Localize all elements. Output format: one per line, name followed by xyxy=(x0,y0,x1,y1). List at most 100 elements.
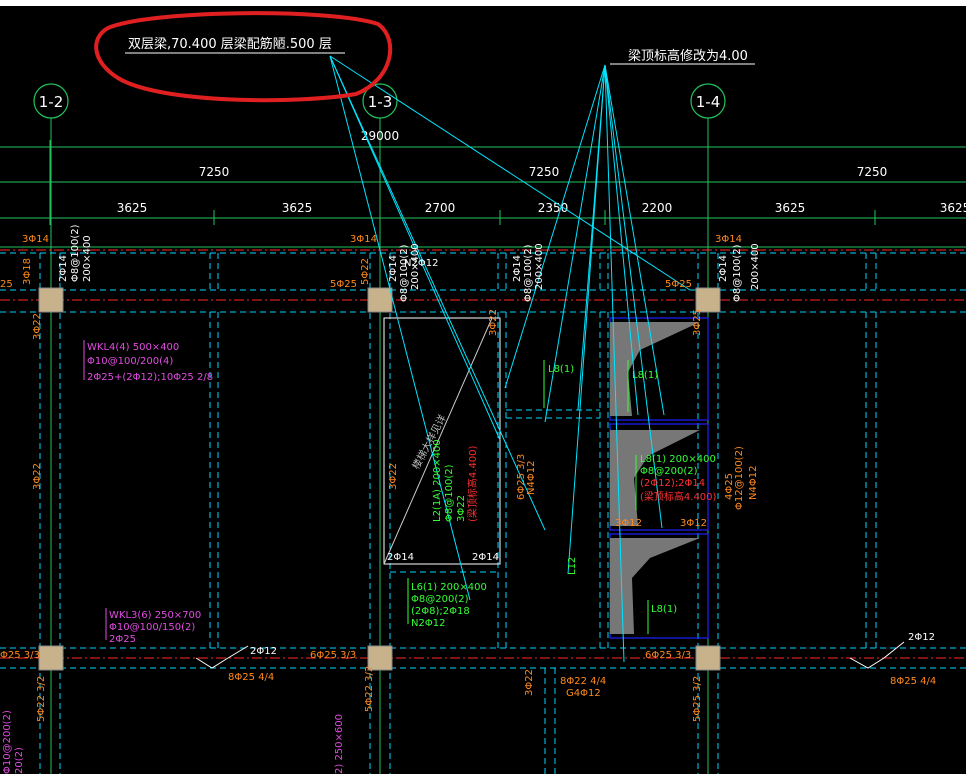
dim-sub: 3625 xyxy=(775,201,806,215)
rebar-label: Φ25 3/3 xyxy=(0,650,40,661)
beam-label: L8(1) xyxy=(632,370,658,381)
beam-label-vertical: 20(2) xyxy=(14,747,25,774)
rebar-label: 3Φ12 xyxy=(680,518,707,529)
beam-label: L8(1) xyxy=(548,364,574,375)
beam-label: L6(1) 200×400 xyxy=(411,582,487,593)
red-markup-ellipse xyxy=(94,11,393,103)
beam-label-vertical: 2) 250×600 xyxy=(334,714,345,774)
rebar-label-vertical: 5Φ22 3/2 xyxy=(36,676,47,722)
axis-bubble-1-2[interactable]: 1-2 xyxy=(33,83,69,119)
rebar-label: 2Φ12 xyxy=(250,646,277,657)
rebar-label: 8Φ22 4/4 xyxy=(560,676,606,687)
beam-label-vertical: Φ8@100(2) xyxy=(444,464,455,522)
rebar-label-vertical: 200×400 xyxy=(410,243,421,290)
rebar-label-vertical: 2Φ14 xyxy=(718,255,729,282)
beam-label: WKL4(4) 500×400 xyxy=(87,342,179,353)
rebar-label-vertical: Φ8@100(2) xyxy=(732,244,743,302)
beam-label-vertical: L2(1A) 200×400 xyxy=(432,439,443,522)
rebar-label: 5Φ25 xyxy=(665,279,692,290)
rebar-label-vertical: 3Φ18 xyxy=(22,258,33,285)
rebar-label: 8Φ25 4/4 xyxy=(890,676,936,687)
rebar-label: 3Φ14 xyxy=(350,234,377,245)
rebar-label-vertical: Φ8@100(2) xyxy=(70,224,81,282)
axis-bubble-1-4[interactable]: 1-4 xyxy=(690,83,726,119)
beam-labels-green: L8(1) L8(1) L8(1) L8(1) 200×400 Φ8@200(2… xyxy=(407,360,717,634)
column xyxy=(38,645,64,671)
dimension-lines xyxy=(0,140,966,248)
rebar-label: 2Φ12 xyxy=(908,632,935,643)
rebar-label: 6Φ25 3/3 xyxy=(645,650,691,661)
note-double-beam: 双层梁,70.400 层梁配筋陋.500 层 xyxy=(128,36,332,52)
beam-label-vertical: 3Φ22 xyxy=(456,495,467,522)
column xyxy=(695,645,721,671)
beam-label-vertical: (梁顶标高4.400) xyxy=(466,445,479,522)
beam-labels-magenta: WKL4(4) 500×400 Φ10@100/200(4) 2Φ25+(2Φ1… xyxy=(2,340,345,774)
rebar-label-vertical: N4Φ12 xyxy=(526,461,537,495)
break-marks xyxy=(195,641,905,669)
rebar-label-vertical: 2Φ14 xyxy=(512,255,523,282)
dim-sub: 3625 xyxy=(117,201,148,215)
dim-sub: 2700 xyxy=(425,201,456,215)
dim-span: 7250 xyxy=(199,165,230,179)
beam-label-vertical: Φ10@200(2) xyxy=(2,710,13,774)
beam-label: (2Φ12);2Φ14 xyxy=(640,478,705,489)
beam-label: Φ8@200(2) xyxy=(640,466,698,477)
rebar-label-vertical: 5Φ25 3/2 xyxy=(692,676,703,722)
dim-sub: 2200 xyxy=(642,201,673,215)
rebar-label: 3Φ14 xyxy=(715,234,742,245)
rebar-label-vertical: Φ12@100(2) xyxy=(734,446,745,510)
rebar-label-vertical: 2Φ14 xyxy=(388,255,399,282)
column xyxy=(38,287,64,313)
beam-label: 2Φ25 xyxy=(109,634,136,645)
beam-outlines xyxy=(0,252,966,774)
rebar-label: 2Φ14 xyxy=(387,552,414,563)
axis-label: 1-2 xyxy=(39,93,64,111)
rebar-label-vertical: 3Φ22 xyxy=(488,309,499,336)
beam-label: Φ10@100/200(4) xyxy=(87,356,173,367)
rebar-label: 5Φ25 xyxy=(330,279,357,290)
rebar-label: 3Φ14 xyxy=(22,234,49,245)
beam-label: L8(1) 200×400 xyxy=(640,454,716,465)
beam-label: L8(1) xyxy=(651,604,677,615)
rebar-label-vertical: 3Φ25 xyxy=(692,309,703,336)
beam-label-vertical: L12 xyxy=(567,557,578,575)
rebar-label: 6Φ25 3/3 xyxy=(310,650,356,661)
beam-label: 2Φ25+(2Φ12);10Φ25 2/8 xyxy=(87,372,213,383)
rebar-label-vertical: Φ8@100(2) xyxy=(399,244,410,302)
dimension-texts: 29000 7250 7250 7250 3625 3625 2700 2350… xyxy=(117,129,966,215)
beam-label: (2Φ8);2Φ18 xyxy=(411,606,470,617)
dim-sub: 3625 xyxy=(282,201,313,215)
dim-span: 7250 xyxy=(529,165,560,179)
column xyxy=(367,287,393,313)
rebar-label: G4Φ12 xyxy=(566,688,601,699)
beam-label: WKL3(6) 250×700 xyxy=(109,610,201,621)
rebar-label: 25 xyxy=(0,279,13,290)
note-beam-top-elevation: 梁顶标高修改为4.00 xyxy=(628,48,748,64)
rebar-label: 2Φ14 xyxy=(472,552,499,563)
rebar-label: 3Φ12 xyxy=(615,518,642,529)
rebar-label-vertical: 5Φ22 3/2 xyxy=(364,666,375,712)
rebar-label-vertical: Φ8@100(2) xyxy=(523,244,534,302)
rebar-label-vertical: 3Φ22 xyxy=(32,463,43,490)
rebar-label-vertical: 200×400 xyxy=(82,235,93,282)
rebar-label-vertical: 3Φ22 xyxy=(524,669,535,696)
beam-label: Φ8@200(2) xyxy=(411,594,469,605)
rebar-label-vertical: 2Φ14 xyxy=(58,255,69,282)
rebar-label-vertical: 6Φ25 3/3 xyxy=(516,454,527,500)
rebar-label-vertical: N4Φ12 xyxy=(748,466,759,500)
rebar-label-vertical: 3Φ22 xyxy=(32,313,43,340)
dim-span: 7250 xyxy=(857,165,888,179)
rebar-label-vertical: 5Φ22 xyxy=(360,258,371,285)
beam-centrelines xyxy=(0,249,966,659)
axis-label: 1-3 xyxy=(368,93,393,111)
beam-label: (梁顶标高4.400) xyxy=(640,490,717,503)
rebar-label-vertical: 200×400 xyxy=(750,243,761,290)
rebar-label-vertical: 200×400 xyxy=(534,243,545,290)
column xyxy=(695,287,721,313)
axis-label: 1-4 xyxy=(696,93,721,111)
dim-sub: 3625 xyxy=(940,201,966,215)
cad-drawing-canvas[interactable]: 1-2 1-3 1-4 29000 7250 7250 7250 3625 36… xyxy=(0,0,966,774)
rebar-labels-white-small: 2Φ12 2Φ12 N2Φ12 2Φ14 2Φ14 2Φ14 Φ8@100(2)… xyxy=(58,224,935,657)
rebar-label: 8Φ25 4/4 xyxy=(228,672,274,683)
beam-label: Φ10@100/150(2) xyxy=(109,622,195,633)
